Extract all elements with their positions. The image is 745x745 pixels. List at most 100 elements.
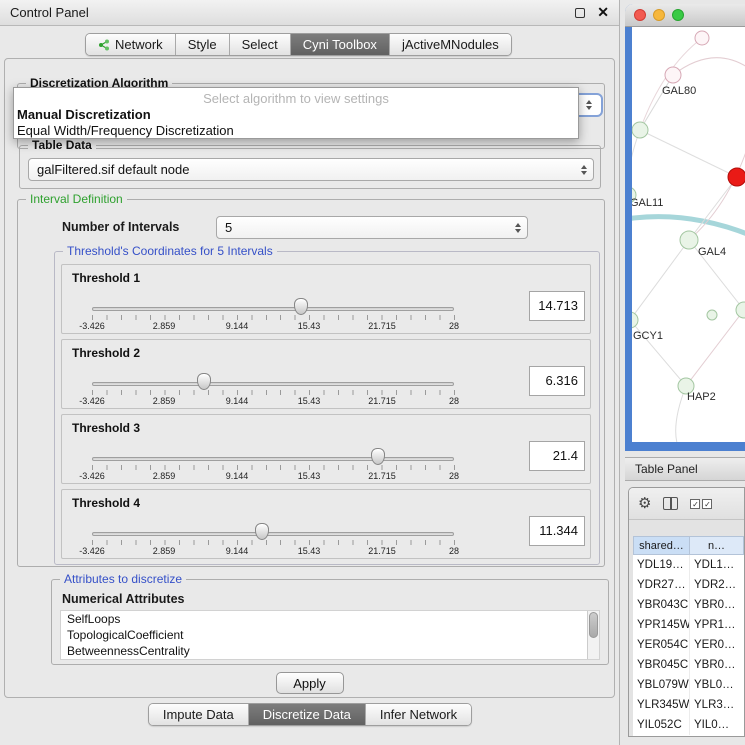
control-panel-window: Control Panel ✕ Network Style Select Cyn… [0,0,620,745]
num-intervals-combobox[interactable]: 5 [216,216,528,239]
num-intervals-label: Number of Intervals [62,220,179,234]
scale-label: 2.859 [153,321,176,331]
column-header-name[interactable]: n… [690,536,744,555]
slider-thumb[interactable] [294,298,308,315]
table-cell[interactable]: YER0… [690,635,744,655]
threshold-2-slider[interactable] [92,382,454,386]
list-item[interactable]: SelfLoops [61,611,599,627]
table-row[interactable]: YER054C YER0… [633,635,744,655]
tab-style[interactable]: Style [176,34,230,55]
combo-value: 5 [225,220,232,235]
table-cell[interactable]: YLR3… [690,695,744,715]
table-cell[interactable]: YPR1… [690,615,744,635]
tab-discretize-data[interactable]: Discretize Data [249,704,366,725]
slider-thumb[interactable] [371,448,385,465]
network-canvas[interactable]: GAL80 GAL11 GAL4 GCY1 HAP2 [632,27,745,442]
threshold-4-value-field[interactable]: 11.344 [529,516,585,546]
list-item[interactable]: TopologicalCoefficient [61,627,599,643]
table-row[interactable]: YBL079W YBL0… [633,675,744,695]
tab-select[interactable]: Select [230,34,291,55]
threshold-4-slider[interactable] [92,532,454,536]
table-cell[interactable]: YPR145W [633,615,690,635]
attributes-scrollbar[interactable] [587,611,599,659]
threshold-4-panel: Threshold 4 -3.426 2.859 9.144 15.43 21.… [61,489,591,559]
scale-label: 2.859 [153,396,176,406]
table-cell[interactable]: YLR345W [633,695,690,715]
gear-icon[interactable]: ⚙ [638,496,651,511]
threshold-2-value-field[interactable]: 6.316 [529,366,585,396]
table-cell[interactable]: YBR0… [690,595,744,615]
graph-node[interactable] [707,310,717,320]
tab-network[interactable]: Network [86,34,176,55]
table-data-combobox[interactable]: galFiltered.sif default node [28,158,594,181]
slider-thumb[interactable] [255,523,269,540]
tab-impute-data[interactable]: Impute Data [149,704,249,725]
graph-node[interactable] [680,231,698,249]
scale-label: 28 [449,546,459,556]
network-window-titlebar[interactable] [625,4,745,27]
mac-zoom-button[interactable] [672,9,684,21]
graph-node[interactable] [632,312,638,328]
mac-close-button[interactable] [634,9,646,21]
table-cell[interactable]: YBL0… [690,675,744,695]
column-header-shared-name[interactable]: shared… [633,536,690,555]
network-icon [98,39,110,51]
graph-node[interactable] [665,67,681,83]
table-cell[interactable]: YDL19… [633,555,690,575]
table-panel-titlebar[interactable]: Table Panel [625,457,745,481]
graph-node-selected[interactable] [728,168,745,186]
algorithm-combobox[interactable] [575,93,603,117]
scale-label: -3.426 [79,471,105,481]
tab-label: Select [242,37,278,52]
table-cell[interactable]: YIL0… [690,715,744,735]
tab-jactivemnodules[interactable]: jActiveMNodules [390,34,511,55]
checkbox-icon: ✓ [702,499,712,509]
list-item[interactable]: BetweennessCentrality [61,643,599,659]
scrollbar-thumb[interactable] [589,612,598,638]
select-columns-icon[interactable]: ✓ ✓ [690,499,712,509]
table-row[interactable]: YIL052C YIL0… [633,715,744,735]
graph-node[interactable] [632,122,648,138]
table-cell[interactable]: YIL052C [633,715,690,735]
dropdown-option-manual-discretization[interactable]: Manual Discretization [14,107,578,123]
table-cell[interactable]: YDL1… [690,555,744,575]
scale-label: 9.144 [226,546,249,556]
scale-label: 21.715 [368,321,396,331]
table-row[interactable]: YPR145W YPR1… [633,615,744,635]
table-cell[interactable]: YDR27… [633,575,690,595]
table-cell[interactable]: YBR0… [690,655,744,675]
table-cell[interactable]: YBL079W [633,675,690,695]
graph-node[interactable] [695,31,709,45]
table-row[interactable]: YDL19… YDL1… [633,555,744,575]
numerical-attributes-list[interactable]: SelfLoops TopologicalCoefficient Between… [60,610,600,660]
apply-button[interactable]: Apply [276,672,344,694]
table-row[interactable]: YBR043C YBR0… [633,595,744,615]
table-row[interactable]: YDR27… YDR2… [633,575,744,595]
control-panel-titlebar[interactable]: Control Panel ✕ [0,0,619,26]
scale-label: 2.859 [153,471,176,481]
table-cell[interactable]: YDR2… [690,575,744,595]
slider-thumb[interactable] [197,373,211,390]
threshold-3-value-field[interactable]: 21.4 [529,441,585,471]
table-row[interactable]: YLR345W YLR3… [633,695,744,715]
table-cell[interactable]: YER054C [633,635,690,655]
table-cell[interactable]: YBR043C [633,595,690,615]
threshold-1-slider[interactable] [92,307,454,311]
mac-minimize-button[interactable] [653,9,665,21]
graph-node[interactable] [736,302,745,318]
tab-infer-network[interactable]: Infer Network [366,704,471,725]
threshold-3-slider[interactable] [92,457,454,461]
threshold-1-panel: Threshold 1 -3.426 2.859 9.144 15.43 21.… [61,264,591,334]
control-panel-tabbar: Network Style Select Cyni Toolbox jActiv… [85,33,512,56]
close-icon[interactable]: ✕ [597,4,609,21]
dropdown-option-equal-width-frequency[interactable]: Equal Width/Frequency Discretization [14,123,578,139]
checkbox-icon: ✓ [690,499,700,509]
threshold-1-value-field[interactable]: 14.713 [529,291,585,321]
scale-label: 9.144 [226,321,249,331]
float-window-icon[interactable] [575,8,585,18]
table-cell[interactable]: YBR045C [633,655,690,675]
tab-cyni-toolbox[interactable]: Cyni Toolbox [291,34,390,55]
scale-label: 28 [449,471,459,481]
table-row[interactable]: YBR045C YBR0… [633,655,744,675]
columns-icon[interactable] [663,497,678,510]
